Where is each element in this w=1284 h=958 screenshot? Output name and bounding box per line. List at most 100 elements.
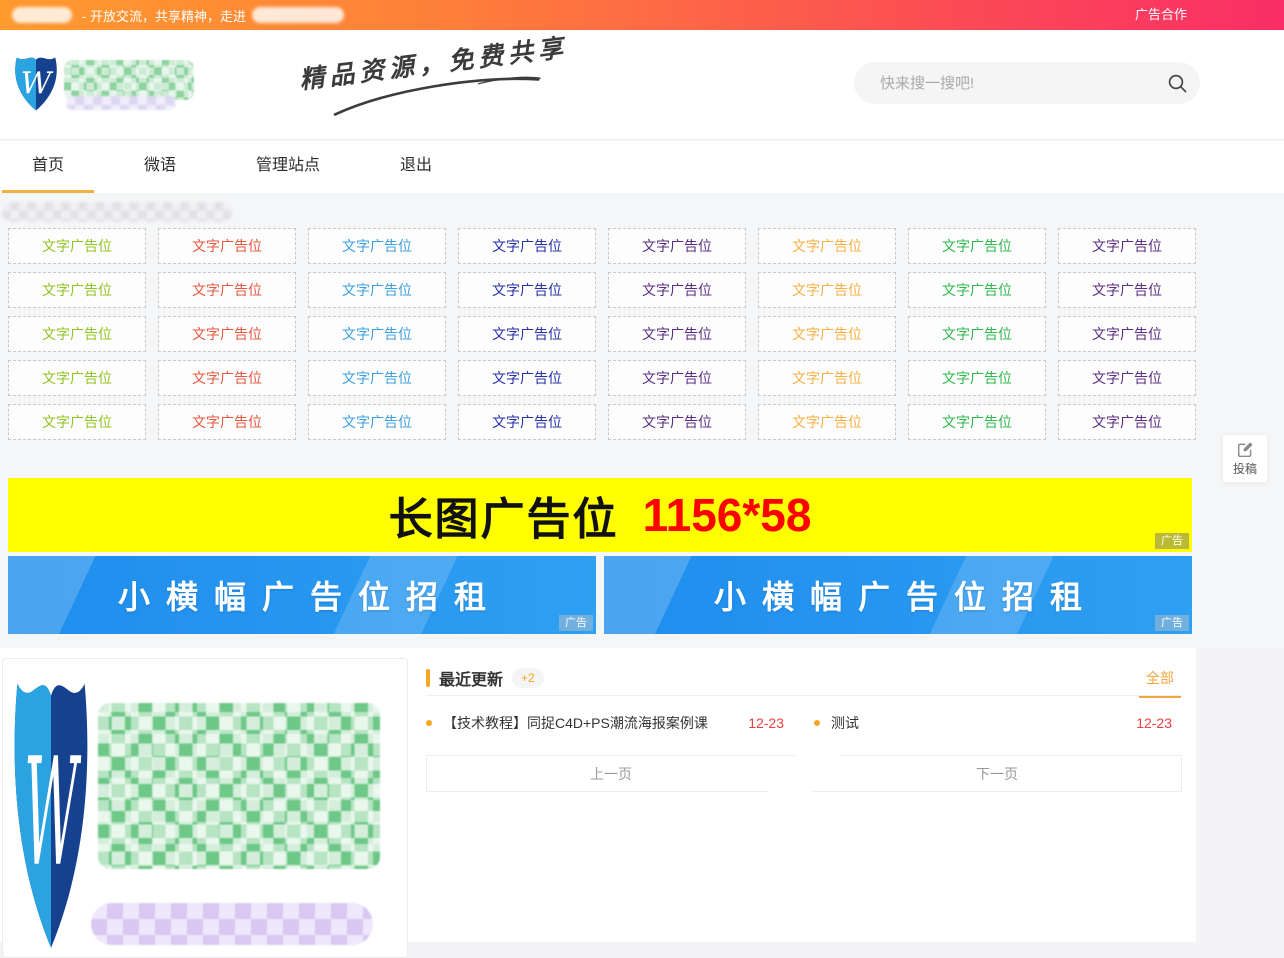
text-ad-slot[interactable]: 文字广告位 bbox=[758, 404, 896, 440]
small-banner-ad-left[interactable]: 小横幅广告位招租 广告 bbox=[8, 556, 596, 634]
ad-tag: 广告 bbox=[559, 615, 593, 631]
text-ad-slot[interactable]: 文字广告位 bbox=[158, 228, 296, 264]
text-ad-slot[interactable]: 文字广告位 bbox=[8, 360, 146, 396]
text-ad-label: 文字广告位 bbox=[642, 412, 712, 432]
small-banner-row: 小横幅广告位招租 广告 小横幅广告位招租 广告 bbox=[8, 556, 1192, 634]
nav-item-manage-site[interactable]: 管理站点 bbox=[232, 141, 344, 193]
text-ad-slot[interactable]: 文字广告位 bbox=[608, 228, 746, 264]
text-ad-slot[interactable]: 文字广告位 bbox=[458, 316, 596, 352]
logo-letter: W bbox=[21, 67, 54, 102]
text-ad-slot[interactable]: 文字广告位 bbox=[308, 228, 446, 264]
text-ad-label: 文字广告位 bbox=[942, 236, 1012, 256]
text-ad-slot[interactable]: 文字广告位 bbox=[1058, 316, 1196, 352]
article-item[interactable]: 【技术教程】同捉C4D+PS潮流海报案例课 12-23 bbox=[426, 713, 794, 733]
text-ad-slot[interactable]: 文字广告位 bbox=[908, 272, 1046, 308]
article-title[interactable]: 测试 bbox=[831, 713, 859, 733]
nav-item-home[interactable]: 首页 bbox=[8, 141, 88, 193]
nav-item-weiyu[interactable]: 微语 bbox=[120, 141, 200, 193]
censored-site-name-mosaic-large bbox=[98, 703, 380, 869]
text-ad-label: 文字广告位 bbox=[342, 236, 412, 256]
search-input[interactable] bbox=[854, 75, 1154, 92]
text-ad-slot[interactable]: 文字广告位 bbox=[1058, 228, 1196, 264]
text-ad-slot[interactable]: 文字广告位 bbox=[908, 404, 1046, 440]
text-ad-label: 文字广告位 bbox=[42, 412, 112, 432]
search-icon bbox=[1167, 73, 1188, 94]
text-ad-slot[interactable]: 文字广告位 bbox=[1058, 272, 1196, 308]
submit-post-button[interactable]: 投稿 bbox=[1222, 434, 1268, 483]
text-ad-label: 文字广告位 bbox=[792, 412, 862, 432]
text-ad-label: 文字广告位 bbox=[492, 280, 562, 300]
article-item[interactable]: 测试 12-23 bbox=[814, 713, 1182, 733]
accent-bar bbox=[426, 669, 430, 687]
text-ad-slot[interactable]: 文字广告位 bbox=[608, 360, 746, 396]
topbar: - 开放交流，共享精神，走进 广告合作 bbox=[0, 0, 1284, 30]
text-ad-slot[interactable]: 文字广告位 bbox=[458, 228, 596, 264]
text-ad-label: 文字广告位 bbox=[42, 280, 112, 300]
text-ad-grid: 文字广告位文字广告位文字广告位文字广告位文字广告位文字广告位文字广告位文字广告位… bbox=[8, 228, 1196, 440]
edit-icon bbox=[1237, 441, 1254, 458]
text-ad-slot[interactable]: 文字广告位 bbox=[458, 404, 596, 440]
text-ad-slot[interactable]: 文字广告位 bbox=[458, 272, 596, 308]
page: { "topbar": { "notice_prefix": "- 开放交流，共… bbox=[0, 0, 1284, 942]
text-ad-slot[interactable]: 文字广告位 bbox=[8, 272, 146, 308]
text-ad-label: 文字广告位 bbox=[942, 280, 1012, 300]
text-ad-label: 文字广告位 bbox=[642, 324, 712, 344]
search-bar bbox=[854, 62, 1200, 104]
text-ad-label: 文字广告位 bbox=[792, 324, 862, 344]
text-ad-slot[interactable]: 文字广告位 bbox=[608, 316, 746, 352]
nav-item-logout[interactable]: 退出 bbox=[376, 141, 456, 193]
text-ad-slot[interactable]: 文字广告位 bbox=[158, 404, 296, 440]
text-ad-slot[interactable]: 文字广告位 bbox=[1058, 360, 1196, 396]
ad-cooperation-link[interactable]: 广告合作 bbox=[1135, 0, 1187, 30]
text-ad-label: 文字广告位 bbox=[192, 280, 262, 300]
content-section: W 最近更新 +2 全部 【技术教程】同捉C4D+PS潮流海报案例课 12-23… bbox=[0, 648, 1196, 942]
topbar-notice: - 开放交流，共享精神，走进 bbox=[82, 6, 246, 25]
text-ad-slot[interactable]: 文字广告位 bbox=[8, 316, 146, 352]
text-ad-label: 文字广告位 bbox=[792, 368, 862, 388]
text-ad-label: 文字广告位 bbox=[942, 412, 1012, 432]
text-ad-slot[interactable]: 文字广告位 bbox=[8, 228, 146, 264]
text-ad-slot[interactable]: 文字广告位 bbox=[758, 272, 896, 308]
text-ad-label: 文字广告位 bbox=[642, 280, 712, 300]
ad-tag: 广告 bbox=[1155, 533, 1189, 549]
text-ad-slot[interactable]: 文字广告位 bbox=[308, 272, 446, 308]
small-banner-ad-right[interactable]: 小横幅广告位招租 广告 bbox=[604, 556, 1192, 634]
small-banner-label: 小横幅广告位招租 bbox=[698, 572, 1098, 618]
ad-section: 文字广告位文字广告位文字广告位文字广告位文字广告位文字广告位文字广告位文字广告位… bbox=[0, 193, 1284, 648]
text-ad-slot[interactable]: 文字广告位 bbox=[908, 360, 1046, 396]
text-ad-slot[interactable]: 文字广告位 bbox=[758, 316, 896, 352]
text-ad-slot[interactable]: 文字广告位 bbox=[308, 404, 446, 440]
text-ad-label: 文字广告位 bbox=[492, 412, 562, 432]
text-ad-slot[interactable]: 文字广告位 bbox=[308, 360, 446, 396]
text-ad-slot[interactable]: 文字广告位 bbox=[308, 316, 446, 352]
text-ad-slot[interactable]: 文字广告位 bbox=[758, 360, 896, 396]
long-banner-ad[interactable]: 长图广告位 1156*58 广告 bbox=[8, 478, 1192, 552]
text-ad-label: 文字广告位 bbox=[492, 368, 562, 388]
text-ad-label: 文字广告位 bbox=[192, 236, 262, 256]
text-ad-slot[interactable]: 文字广告位 bbox=[158, 316, 296, 352]
view-all-link[interactable]: 全部 bbox=[1138, 668, 1182, 688]
main-nav: 首页 微语 管理站点 退出 bbox=[0, 141, 1284, 193]
ad-tag: 广告 bbox=[1155, 615, 1189, 631]
text-ad-slot[interactable]: 文字广告位 bbox=[158, 272, 296, 308]
text-ad-label: 文字广告位 bbox=[1092, 368, 1162, 388]
text-ad-slot[interactable]: 文字广告位 bbox=[158, 360, 296, 396]
text-ad-slot[interactable]: 文字广告位 bbox=[8, 404, 146, 440]
article-title[interactable]: 【技术教程】同捉C4D+PS潮流海报案例课 bbox=[443, 713, 708, 733]
text-ad-slot[interactable]: 文字广告位 bbox=[758, 228, 896, 264]
text-ad-slot[interactable]: 文字广告位 bbox=[608, 272, 746, 308]
text-ad-slot[interactable]: 文字广告位 bbox=[908, 228, 1046, 264]
prev-page-button[interactable]: 上一页 bbox=[426, 755, 796, 792]
text-ad-slot[interactable]: 文字广告位 bbox=[608, 404, 746, 440]
next-page-button[interactable]: 下一页 bbox=[812, 755, 1182, 792]
text-ad-label: 文字广告位 bbox=[792, 236, 862, 256]
text-ad-slot[interactable]: 文字广告位 bbox=[1058, 404, 1196, 440]
article-date: 12-23 bbox=[748, 715, 794, 731]
panel-header: 最近更新 +2 全部 bbox=[426, 660, 1182, 696]
text-ad-slot[interactable]: 文字广告位 bbox=[908, 316, 1046, 352]
panel-title: 最近更新 bbox=[439, 666, 503, 690]
logo-shield-icon: W bbox=[9, 667, 93, 955]
text-ad-slot[interactable]: 文字广告位 bbox=[458, 360, 596, 396]
logo-shield-icon: W bbox=[12, 54, 60, 112]
search-button[interactable] bbox=[1154, 62, 1200, 104]
